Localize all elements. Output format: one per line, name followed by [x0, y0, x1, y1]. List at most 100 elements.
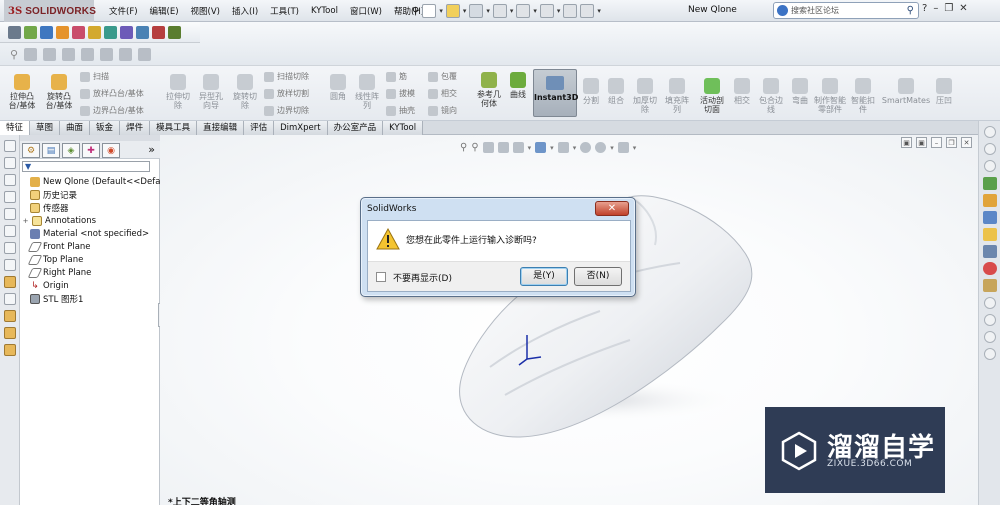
- sketch-icon[interactable]: [24, 25, 37, 39]
- tool-icon[interactable]: [43, 47, 57, 61]
- menu-kytool[interactable]: KYTool: [305, 6, 344, 16]
- tab-features[interactable]: 特征: [0, 121, 31, 135]
- menu-edit[interactable]: 编辑(E): [144, 5, 185, 17]
- menu-tools[interactable]: 工具(T): [264, 5, 305, 17]
- toolbar-icon[interactable]: [3, 310, 16, 322]
- save-icon[interactable]: [469, 4, 484, 18]
- open-folder-icon[interactable]: [445, 4, 460, 18]
- print-icon[interactable]: [492, 4, 507, 18]
- menu-insert[interactable]: 插入(I): [226, 5, 264, 17]
- render-icon[interactable]: [136, 25, 149, 39]
- tree-item-right-plane[interactable]: Right Plane: [20, 266, 160, 279]
- appearance-icon[interactable]: [56, 25, 69, 39]
- instant3d-button[interactable]: Instant3D: [533, 69, 578, 117]
- search-box[interactable]: 搜索社区论坛 ⚲: [773, 2, 919, 19]
- wrap-edge-button[interactable]: 包合边线: [756, 78, 786, 114]
- search-results-icon[interactable]: [982, 245, 997, 258]
- split-button[interactable]: 分割: [580, 78, 602, 105]
- tab-mold-tools[interactable]: 模具工具: [150, 121, 198, 135]
- hole-wizard-button[interactable]: 异型孔向导: [196, 74, 226, 110]
- tree-item-sensors[interactable]: 传感器: [20, 201, 160, 214]
- tool-icon[interactable]: [119, 47, 133, 61]
- tree-item-annotations[interactable]: + Annotations: [20, 214, 160, 227]
- view-orientation-icon[interactable]: [8, 25, 21, 39]
- no-button[interactable]: 否(N): [574, 267, 622, 286]
- toolbar-icon[interactable]: [3, 225, 16, 237]
- options-icon[interactable]: [580, 4, 595, 18]
- pin-icon[interactable]: ⚲: [412, 6, 419, 17]
- toolbar-icon[interactable]: [3, 327, 16, 339]
- menu-window[interactable]: 窗口(W): [344, 5, 388, 17]
- flex-button[interactable]: 弯曲: [789, 78, 811, 105]
- tool-icon[interactable]: [24, 47, 38, 61]
- lofted-cut-button[interactable]: 放样切割: [264, 88, 309, 99]
- toolbar-icon[interactable]: [3, 242, 16, 254]
- menu-view[interactable]: 视图(V): [185, 5, 226, 17]
- tool-icon[interactable]: [138, 47, 152, 61]
- help-icon[interactable]: ?: [922, 3, 927, 14]
- dont-show-again-checkbox[interactable]: [376, 272, 386, 282]
- dimxpert-manager-tab-icon[interactable]: ✚: [82, 143, 100, 158]
- solidworks-resources-icon[interactable]: [982, 177, 997, 190]
- display-manager-tab-icon[interactable]: ◉: [102, 143, 120, 158]
- tree-root[interactable]: New Qlone (Default<<Defa: [20, 175, 160, 188]
- select-cursor-icon[interactable]: [539, 4, 554, 18]
- toolbar-icon[interactable]: [983, 314, 996, 326]
- toolbar-icon[interactable]: [3, 157, 16, 169]
- feature-manager-tab-icon[interactable]: ⚙: [22, 143, 40, 158]
- swept-cut-button[interactable]: 扫描切除: [264, 71, 309, 82]
- chevron-down-icon[interactable]: ▾: [557, 7, 561, 15]
- fill-pattern-button[interactable]: 填充阵列: [662, 78, 692, 114]
- intersect2-button[interactable]: 相交: [731, 78, 753, 105]
- tool-icon[interactable]: [100, 47, 114, 61]
- camera-icon[interactable]: [168, 25, 181, 39]
- tool-icon[interactable]: [62, 47, 76, 61]
- tree-item-history[interactable]: 历史记录: [20, 188, 160, 201]
- configuration-manager-tab-icon[interactable]: ◈: [62, 143, 80, 158]
- thicken-cut-button[interactable]: 加厚切除: [631, 78, 659, 114]
- combine-button[interactable]: 组合: [604, 78, 628, 105]
- indent-button[interactable]: 压凹: [932, 78, 956, 105]
- make-part-button[interactable]: 制作智能零部件: [814, 78, 846, 114]
- rebuild-icon[interactable]: [563, 4, 578, 18]
- property-manager-tab-icon[interactable]: ▤: [42, 143, 60, 158]
- boundary-boss-button[interactable]: 边界凸台/基体: [80, 105, 144, 116]
- tree-item-material[interactable]: Material <not specified>: [20, 227, 160, 240]
- toolbar-icon[interactable]: [3, 140, 16, 152]
- menu-file[interactable]: 文件(F): [103, 5, 144, 17]
- file-explorer-icon[interactable]: [982, 211, 997, 224]
- toolbar-icon[interactable]: [3, 293, 16, 305]
- toolbar-icon[interactable]: [3, 344, 16, 356]
- sketch-tool-icon[interactable]: [3, 276, 16, 288]
- decals-icon[interactable]: [120, 25, 133, 39]
- extrude-cut-button[interactable]: 拉伸切除: [163, 74, 193, 110]
- expand-tabs-icon[interactable]: »: [148, 143, 158, 156]
- dialog-close-button[interactable]: ✕: [595, 201, 629, 216]
- shaded-icon[interactable]: [72, 25, 85, 39]
- toolbar-icon[interactable]: [983, 331, 996, 343]
- search-icon[interactable]: ⚲: [907, 5, 914, 16]
- minimize-icon[interactable]: –: [933, 3, 938, 14]
- tab-weldments[interactable]: 焊件: [120, 121, 151, 135]
- chevron-down-icon[interactable]: ▾: [533, 7, 537, 15]
- smartmates-button[interactable]: SmartMates: [881, 78, 931, 105]
- extrude-boss-button[interactable]: 拉伸凸台/基体: [6, 74, 38, 110]
- tree-item-front-plane[interactable]: Front Plane: [20, 240, 160, 253]
- wrap-button[interactable]: 包覆: [428, 71, 457, 82]
- chevron-down-icon[interactable]: ▾: [510, 7, 514, 15]
- toolbar-icon[interactable]: [3, 174, 16, 186]
- yes-button[interactable]: 是(Y): [520, 267, 568, 286]
- new-document-icon[interactable]: [422, 4, 437, 18]
- toolbar-icon[interactable]: [983, 297, 996, 309]
- tab-evaluate[interactable]: 评估: [244, 121, 275, 135]
- toolbar-icon[interactable]: [3, 208, 16, 220]
- shell-button[interactable]: 抽壳: [386, 105, 415, 116]
- appearances-icon[interactable]: [982, 262, 997, 275]
- magnifier-icon[interactable]: ⚲: [10, 48, 18, 61]
- restore-icon[interactable]: ❐: [944, 3, 953, 14]
- dont-show-again-label[interactable]: 不要再显示(D): [393, 271, 452, 284]
- tree-item-stl-graphic[interactable]: STL 图形1: [20, 292, 160, 305]
- expand-icon[interactable]: +: [22, 217, 29, 225]
- edit-appearance-icon[interactable]: [88, 25, 101, 39]
- undo-icon[interactable]: [516, 4, 531, 18]
